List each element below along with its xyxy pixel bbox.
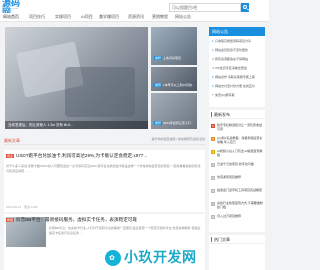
hot-item[interactable]: 1 快手专栏精选知识让一流玩家收益可观 bbox=[211, 123, 263, 133]
divider bbox=[4, 144, 205, 145]
watermark-text: 小玖开发网 bbox=[124, 250, 197, 266]
latest-articles-header: 最新文章 提升你的运营技能 / 前言推荐及最新活动 bbox=[4, 131, 205, 145]
hot-item[interactable]: 3 AI视频小白入门玩法,AI赋能变现教程 bbox=[211, 149, 263, 159]
notice-item[interactable]: 4VIP会员专区请看这里说 bbox=[212, 66, 247, 70]
slider-caption: 当你发现后，别让其他人 1.3w 次有 lik1t... bbox=[5, 121, 148, 129]
article-excerpt: 抖音BB平台：在虚拟卡行业,人们对于接码平台的需求一直很高,最近发现一个稳定可靠… bbox=[49, 226, 201, 235]
nav-item-study[interactable]: 兼学赚项目 bbox=[99, 14, 119, 20]
nav-item-ai[interactable]: AI项目 bbox=[81, 14, 93, 20]
hot-item[interactable]: 2 从0到1实战教程：海量视频运营全攻略,年入百万 bbox=[211, 136, 263, 146]
thumb-tag: 推荐 bbox=[154, 83, 163, 87]
logo-subtext: www.xxxxxx.com bbox=[3, 8, 19, 10]
nav-item-home[interactable]: 网站首页 bbox=[3, 14, 19, 20]
notice-item[interactable]: 1只收取高质量源码项目分享 bbox=[212, 39, 251, 43]
featured-slider[interactable]: 当你发现后，别让其他人 1.3w 次有 lik1t... bbox=[5, 27, 148, 129]
paw-icon: ✿ bbox=[105, 250, 121, 266]
thumb-caption: 推荐 上本月好项目 bbox=[154, 56, 197, 61]
nav-item-tips[interactable]: 项目技巧 bbox=[29, 14, 45, 20]
article-meta: 2024-06-12 · 阅读 1128 bbox=[6, 205, 38, 209]
notice-item[interactable]: 7免费QQ群获取 bbox=[212, 93, 235, 97]
thumb-tag: 推荐 bbox=[154, 56, 163, 60]
hot-list-title: 最新发布 bbox=[209, 110, 265, 119]
thumb-tag: 推荐 bbox=[154, 121, 163, 125]
slider-image-shape bbox=[65, 67, 135, 117]
notice-item[interactable]: 2网站会员终身不定时更新 bbox=[212, 48, 248, 52]
thumb-card[interactable]: 推荐 2024年如何让孩子们... bbox=[151, 93, 197, 129]
article-excerpt: 对于众多人来说,靠刷卡做USDT的人们都知道这一点,利润可高达29%,跑平台兑换… bbox=[6, 164, 201, 173]
hot-item[interactable]: 4 日进千元的项目,新手也可做 bbox=[211, 162, 263, 172]
section-subtitle: 提升你的运营技能 / 前言推荐及最新活动 bbox=[151, 137, 205, 141]
site-logo[interactable]: 源码网 www.xxxxxx.com bbox=[2, 0, 22, 18]
search-input[interactable] bbox=[169, 3, 241, 12]
thumb-card[interactable]: 推荐 上本月好项目 bbox=[151, 27, 197, 65]
watermark: ✿ 小玖开发网 bbox=[105, 249, 245, 267]
article-badge: 商业 bbox=[6, 154, 15, 158]
nav-item-resources[interactable]: 资源资讯 bbox=[128, 14, 144, 20]
article-card[interactable]: 商业 USDT跑平台兑加油卡,利润可高达29%,为卡贩认定会稳定,x977...… bbox=[4, 150, 205, 212]
nav-item-practice[interactable]: 实操项目 bbox=[55, 14, 71, 20]
nav-item-marketing[interactable]: 营销教程 bbox=[152, 14, 168, 20]
hot-list-panel: 最新发布 1 快手专栏精选知识让一流玩家收益可观 2 从0到1实战教程：海量视频运营… bbox=[209, 110, 265, 232]
top-bar: 源码网 www.xxxxxx.com bbox=[0, 0, 269, 18]
hot-item[interactable]: 7 虚拟行业新型变现方式,不需要做粉丝门槛 bbox=[211, 201, 263, 211]
thumb-caption: 推荐 1本号可以上到10月的... bbox=[154, 83, 197, 88]
notice-item[interactable]: 5网站合作 请联系客服专属上客 bbox=[212, 75, 255, 79]
article-title[interactable]: 抖音BB平台：最新接码服务，虚拟实卡任务，表演稳定可靠 bbox=[16, 217, 202, 223]
notice-panel: 网站公告 1只收取高质量源码项目分享 2网站会员终身不定时更新 3所有资源都会在… bbox=[209, 27, 265, 107]
popular-title: 热门文章 bbox=[209, 235, 265, 244]
search-icon bbox=[243, 5, 247, 9]
hot-item[interactable]: 6 拍卖会门道手机工具项目实战解密 bbox=[211, 188, 263, 198]
nav-item-notice[interactable]: 网站公告 bbox=[175, 14, 191, 20]
notice-item[interactable]: 6网站支付宝付款方便 在线直付 bbox=[212, 84, 255, 88]
article-badge: 教程 bbox=[6, 218, 15, 222]
notice-item[interactable]: 3所有资源都会在不停网站 bbox=[212, 57, 248, 61]
hot-item[interactable]: 5 仿真游戏项目推荐 bbox=[211, 175, 263, 185]
thumb-text: 2024年如何让孩子们... bbox=[163, 121, 194, 125]
notice-title: 网站公告 bbox=[209, 27, 265, 36]
main-nav: 网站首页 项目技巧 实操项目 AI项目 兼学赚项目 资源资讯 营销教程 网站公告 bbox=[0, 13, 269, 22]
thumb-caption: 推荐 2024年如何让孩子们... bbox=[154, 121, 197, 126]
hot-item[interactable]: 8 月入过万项目推荐 bbox=[211, 214, 263, 224]
search-button[interactable] bbox=[241, 3, 249, 12]
thumb-text: 上本月好项目 bbox=[163, 56, 182, 60]
thumb-text: 1本号可以上到10月的... bbox=[163, 83, 195, 87]
thumb-card[interactable]: 推荐 1本号可以上到10月的... bbox=[151, 67, 197, 91]
article-title[interactable]: USDT跑平台兑加油卡,利润可高达29%,为卡贩认定会稳定,x977... bbox=[16, 153, 202, 159]
